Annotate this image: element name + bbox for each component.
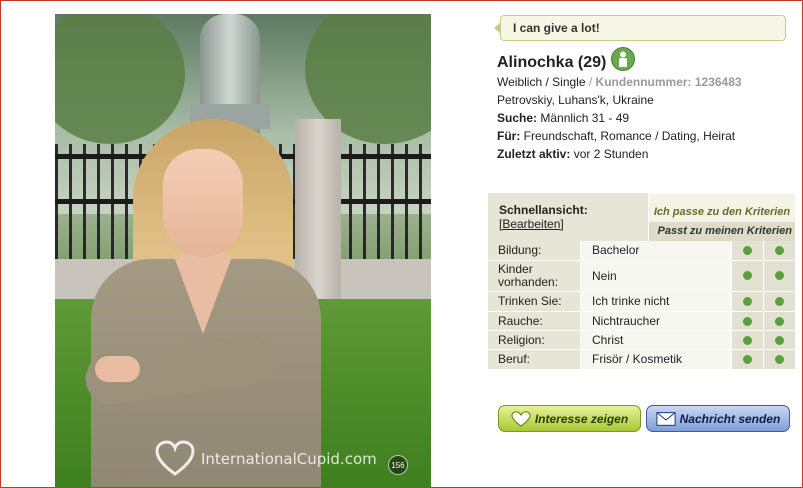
relationship-status: Single: [552, 75, 586, 89]
match-cell: [732, 312, 763, 330]
match-cell: [732, 261, 763, 291]
row-value: Christ: [581, 331, 731, 349]
row-value: Bachelor: [581, 241, 731, 260]
criteria-header-i-match: Ich passe zu den Kriterien: [649, 193, 795, 223]
member-number: Kundennummer: 1236483: [595, 75, 742, 89]
match-dot-icon: [775, 271, 784, 280]
tagline: I can give a lot!: [494, 15, 786, 41]
match-dot-icon: [775, 246, 784, 255]
match-cell: [732, 292, 763, 311]
row-value: Ich trinke nicht: [581, 292, 731, 311]
table-row: Bildung: Bachelor: [488, 241, 795, 261]
quickview-table: Schnellansicht: [Bearbeiten] Ich passe z…: [488, 193, 795, 370]
row-value: Nein: [581, 261, 731, 291]
photo-hand: [95, 356, 140, 382]
match-dot-icon: [743, 336, 752, 345]
match-dot-icon: [743, 317, 752, 326]
photo-count-badge[interactable]: 156: [388, 455, 408, 475]
row-label: Bildung:: [488, 241, 580, 260]
row-label: Beruf:: [488, 350, 580, 369]
seeking-line: Suche: Männlich 31 - 49: [497, 109, 629, 127]
seeking-label: Suche:: [497, 111, 538, 125]
quickview-title: Schnellansicht:: [499, 203, 588, 217]
match-dot-icon: [775, 297, 784, 306]
photo-face: [163, 149, 243, 257]
location: Petrovskiy, Luhans'k, Ukraine: [497, 93, 654, 107]
match-cell: [764, 350, 795, 369]
table-row: Trinken Sie: Ich trinke nicht: [488, 292, 795, 312]
row-label: Trinken Sie:: [488, 292, 580, 311]
watermark: InternationalCupid.com: [155, 439, 377, 479]
show-interest-button[interactable]: Interesse zeigen: [498, 405, 641, 432]
match-cell: [764, 292, 795, 311]
person-icon: [619, 51, 627, 67]
row-value: Frisör / Kosmetik: [581, 350, 731, 369]
show-interest-label: Interesse zeigen: [534, 411, 629, 426]
for-value: Freundschaft, Romance / Dating, Heirat: [523, 129, 736, 143]
quickview-header: Schnellansicht: [Bearbeiten]: [488, 193, 648, 241]
table-row: Religion: Christ: [488, 331, 795, 350]
match-dot-icon: [743, 297, 752, 306]
match-dot-icon: [743, 271, 752, 280]
heart-logo-icon: [155, 440, 195, 476]
edit-link-wrap: [Bearbeiten]: [499, 217, 564, 231]
table-row: Beruf: Frisör / Kosmetik: [488, 350, 795, 370]
seeking-value: Männlich 31 - 49: [540, 111, 630, 125]
match-cell: [732, 331, 763, 349]
table-row: Kinder vorhanden: Nein: [488, 261, 795, 292]
match-cell: [732, 350, 763, 369]
last-active-value: vor 2 Stunden: [573, 147, 649, 161]
match-cell: [764, 241, 795, 260]
row-label: Kinder vorhanden:: [488, 261, 580, 291]
online-status-icon: [611, 47, 635, 71]
envelope-icon: [656, 411, 676, 426]
for-label: Für:: [497, 129, 521, 143]
match-cell: [764, 261, 795, 291]
separator: /: [585, 75, 596, 89]
send-message-label: Nachricht senden: [679, 411, 781, 426]
criteria-header-matches-mine: Passt zu meinen Kriterien: [649, 222, 795, 241]
match-cell: [764, 312, 795, 330]
photo-post: [295, 119, 341, 299]
edit-link[interactable]: [Bearbeiten]: [499, 217, 564, 231]
match-cell: [732, 241, 763, 260]
match-dot-icon: [743, 246, 752, 255]
match-dot-icon: [775, 336, 784, 345]
match-dot-icon: [775, 317, 784, 326]
separator: /: [542, 75, 553, 89]
profile-basics: Weiblich / Single / Kundennummer: 123648…: [497, 73, 742, 91]
row-label: Religion:: [488, 331, 580, 349]
match-cell: [764, 331, 795, 349]
last-active-label: Zuletzt aktiv:: [497, 147, 571, 161]
profile-photo[interactable]: InternationalCupid.com 156: [55, 14, 431, 488]
last-active-line: Zuletzt aktiv: vor 2 Stunden: [497, 145, 648, 163]
row-value: Nichtraucher: [581, 312, 731, 330]
heart-icon: [511, 410, 531, 427]
table-row: Rauche: Nichtraucher: [488, 312, 795, 331]
for-line: Für: Freundschaft, Romance / Dating, Hei…: [497, 127, 735, 145]
profile-name: Alinochka (29): [497, 54, 607, 71]
gender: Weiblich: [497, 75, 543, 89]
match-dot-icon: [743, 355, 752, 364]
watermark-text: InternationalCupid.com: [201, 450, 377, 468]
row-label: Rauche:: [488, 312, 580, 330]
match-dot-icon: [775, 355, 784, 364]
send-message-button[interactable]: Nachricht senden: [646, 405, 790, 432]
